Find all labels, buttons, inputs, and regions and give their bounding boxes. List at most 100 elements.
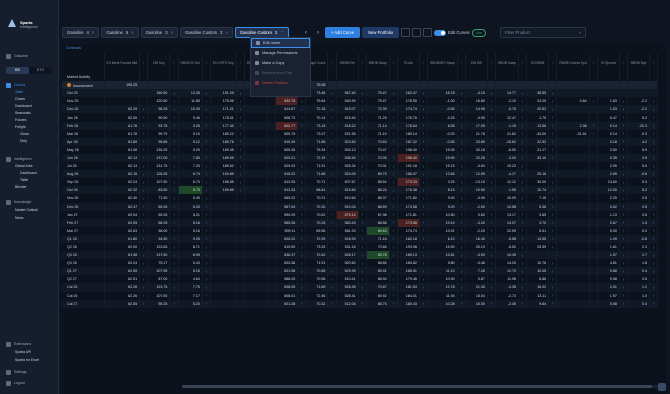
value-cell[interactable]: 5.51 bbox=[526, 226, 550, 235]
value-cell[interactable]: 5.16 bbox=[178, 218, 203, 227]
value-cell[interactable]: 137.50 bbox=[147, 251, 171, 260]
value-cell[interactable]: 10.28 bbox=[427, 299, 458, 308]
value-cell[interactable]: 72.99 bbox=[305, 234, 329, 243]
value-cell[interactable]: 98.00 bbox=[147, 226, 171, 235]
value-cell[interactable]: 62.55 bbox=[104, 267, 141, 276]
table-row[interactable]: Cal 26 62.26 ↑ 107.50 ↑ 7.17 ↑ 608.01 ↑ 72.46 ↑ 528… bbox=[62, 291, 659, 300]
value-cell[interactable]: 528.17 bbox=[336, 251, 359, 260]
value-cell[interactable]: 0.4 bbox=[627, 299, 651, 308]
value-cell[interactable]: 16.40 bbox=[465, 234, 488, 243]
value-cell[interactable]: 525.34 bbox=[336, 162, 359, 171]
value-cell[interactable] bbox=[244, 267, 269, 276]
value-cell[interactable] bbox=[210, 234, 237, 243]
sidebar-item-sparta-api[interactable]: Sparta API bbox=[15, 350, 31, 355]
value-cell[interactable]: -3.20 bbox=[465, 218, 488, 227]
value-cell[interactable] bbox=[244, 251, 269, 260]
value-cell[interactable] bbox=[244, 105, 269, 114]
column-menu-icon[interactable]: ⋮ bbox=[518, 53, 528, 73]
value-cell[interactable]: 187.22 bbox=[397, 137, 420, 146]
table-row[interactable]: Q2 26 62.00 ↑ 123.83 ↑ 8.71 ↑ 615.50 ↑ 73.33 ↑ 531.… bbox=[62, 242, 659, 252]
value-cell[interactable]: 1.53 bbox=[597, 105, 620, 114]
column-menu-icon[interactable]: ⋮ bbox=[389, 53, 398, 73]
value-cell[interactable]: 62.29 bbox=[104, 105, 141, 114]
value-cell[interactable]: 194.89 bbox=[210, 170, 237, 179]
brand-logo[interactable]: Sparta Intelligence bbox=[6, 19, 52, 41]
value-cell[interactable] bbox=[244, 129, 269, 138]
value-cell[interactable]: 10.90 bbox=[427, 275, 458, 284]
value-cell[interactable]: 68.54 bbox=[366, 178, 390, 187]
value-cell[interactable]: 521.55 bbox=[336, 129, 359, 138]
value-cell[interactable]: 75.47 bbox=[366, 89, 390, 98]
value-cell[interactable]: 13.65 bbox=[427, 170, 458, 179]
list-view-icon[interactable] bbox=[411, 28, 421, 37]
value-cell[interactable]: 13.91 bbox=[427, 226, 458, 235]
column-menu-icon[interactable]: ⋮ bbox=[457, 53, 466, 73]
value-cell[interactable]: 14.07 bbox=[495, 218, 519, 227]
value-cell[interactable]: 9.20 bbox=[427, 202, 458, 211]
value-cell[interactable]: 0.14 bbox=[597, 129, 620, 138]
value-cell[interactable]: 6.55 bbox=[427, 121, 458, 130]
value-cell[interactable]: 6.74 bbox=[178, 170, 203, 179]
value-cell[interactable]: 69.63 bbox=[366, 226, 390, 235]
value-cell[interactable]: 62.15 bbox=[104, 170, 141, 179]
value-cell[interactable]: 87.00 bbox=[147, 275, 171, 284]
column-menu-icon[interactable]: ⋮ bbox=[358, 53, 367, 73]
value-cell[interactable]: 19.10 bbox=[427, 218, 458, 227]
value-cell[interactable]: 599.11 bbox=[275, 226, 299, 235]
value-cell[interactable]: -0.75 bbox=[495, 105, 519, 114]
value-cell[interactable] bbox=[556, 194, 590, 203]
value-cell[interactable]: 14.95 bbox=[465, 105, 488, 114]
value-cell[interactable]: 67.98 bbox=[366, 210, 390, 219]
value-cell[interactable]: 15.90 bbox=[427, 242, 458, 252]
value-cell[interactable] bbox=[556, 145, 590, 154]
value-cell[interactable]: 0.00 bbox=[597, 226, 620, 235]
value-cell[interactable]: 70.14 bbox=[305, 113, 329, 122]
value-cell[interactable]: 14.25 bbox=[495, 259, 519, 268]
tab-gasoline-custom-1[interactable]: Gasoline Custom 3 × bbox=[179, 27, 233, 38]
value-cell[interactable]: 10.39 bbox=[178, 105, 203, 114]
value-cell[interactable]: 191.18 bbox=[397, 162, 420, 171]
value-cell[interactable]: 11.98 bbox=[495, 275, 519, 284]
value-cell[interactable]: 71.91 bbox=[305, 259, 329, 268]
sidebar-item-table[interactable]: Table bbox=[15, 90, 23, 95]
value-cell[interactable]: 62.40 bbox=[104, 194, 141, 203]
value-cell[interactable]: 176.38 bbox=[397, 186, 420, 195]
value-cell[interactable] bbox=[556, 267, 590, 276]
value-cell[interactable] bbox=[244, 210, 269, 219]
value-cell[interactable]: 193.98 bbox=[397, 242, 420, 252]
value-cell[interactable]: 16.00 bbox=[465, 299, 488, 308]
chevron-right-icon[interactable]: › bbox=[313, 27, 323, 38]
column-header[interactable]: EW Diff bbox=[465, 53, 488, 73]
value-cell[interactable]: 7.15 bbox=[526, 194, 550, 203]
value-cell[interactable]: 123.83 bbox=[147, 242, 171, 252]
value-cell[interactable]: 9.10 bbox=[178, 129, 203, 138]
value-cell[interactable] bbox=[556, 153, 590, 163]
value-cell[interactable]: 183.47 bbox=[397, 89, 420, 98]
value-cell[interactable]: 13.17 bbox=[495, 210, 519, 219]
value-cell[interactable]: 16.02 bbox=[526, 283, 550, 292]
sidebar-item-knowledge[interactable]: Knowledge bbox=[6, 199, 31, 205]
sidebar-item-settings[interactable]: Settings bbox=[6, 369, 27, 375]
value-cell[interactable] bbox=[244, 153, 269, 163]
value-cell[interactable]: 70.87 bbox=[366, 283, 390, 292]
value-cell[interactable]: 0.0 bbox=[627, 226, 651, 235]
value-cell[interactable]: 94.50 bbox=[147, 234, 171, 243]
table-row[interactable]: Nov 25 120.50 ↑ 11.85 ↑ 175.95 ↑ 630.75 ↑ 75.84 ↑ 5… bbox=[62, 97, 659, 106]
value-cell[interactable]: 5.20 bbox=[178, 202, 203, 211]
value-cell[interactable]: 184.01 bbox=[397, 291, 420, 300]
value-cell[interactable] bbox=[244, 97, 269, 106]
value-cell[interactable]: 1.09 bbox=[597, 234, 620, 243]
product-selector[interactable]: Gasoline bbox=[6, 53, 28, 59]
value-cell[interactable] bbox=[244, 259, 269, 268]
value-cell[interactable]: -0.83 bbox=[465, 162, 488, 171]
value-cell[interactable] bbox=[556, 137, 590, 146]
value-cell[interactable]: 68.88 bbox=[366, 218, 390, 227]
grid-view-icon[interactable] bbox=[400, 28, 410, 37]
value-cell[interactable]: 61.89 bbox=[104, 137, 141, 146]
value-cell[interactable]: -2.2 bbox=[627, 97, 651, 106]
table-row[interactable]: Oct 25159.50↑13.35↑191.09↑669.23↑73.46↑5… bbox=[62, 89, 659, 98]
value-cell[interactable]: 608.01 bbox=[275, 291, 299, 300]
value-cell[interactable]: 5.3 bbox=[627, 178, 651, 187]
value-cell[interactable]: 21.17 bbox=[526, 145, 550, 154]
sidebar-item-market-outlook[interactable]: Market Outlook bbox=[15, 208, 38, 213]
